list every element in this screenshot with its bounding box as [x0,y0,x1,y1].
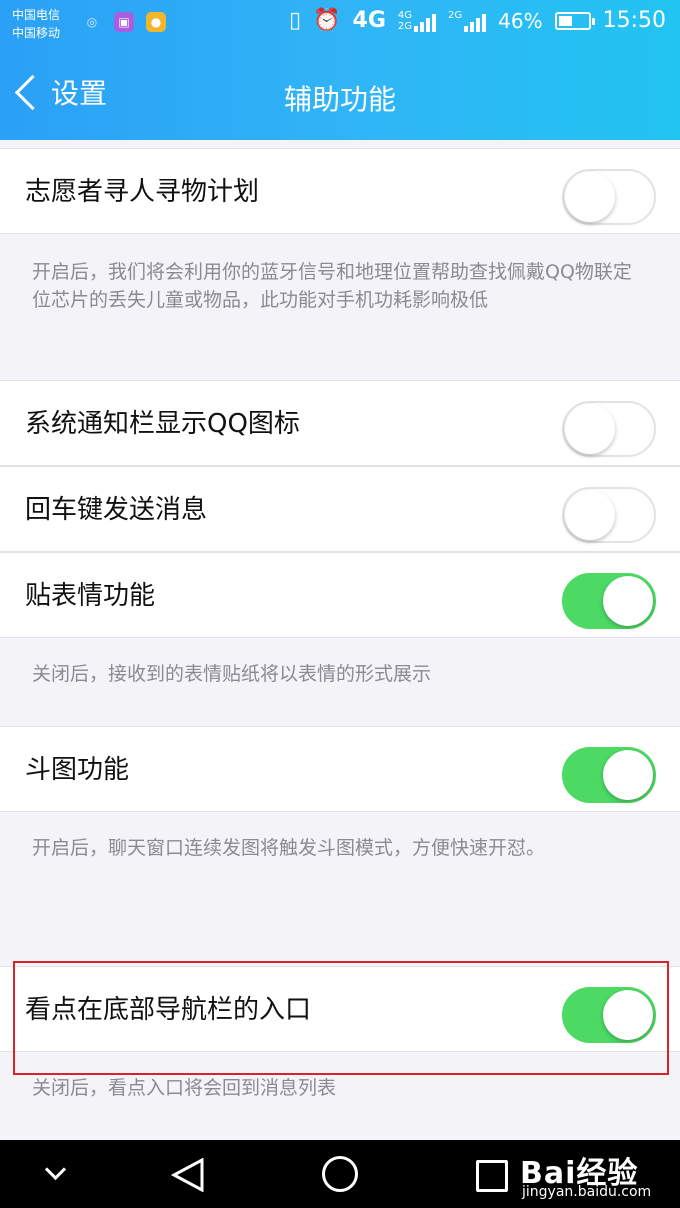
signal-1-icon: 4G 2G [397,9,437,32]
toggle-knob [565,490,615,540]
system-nav-bar: Bai经验 jingyan.baidu.com [0,1140,680,1208]
meme-battle-toggle[interactable] [562,747,656,803]
battery-icon [554,11,595,30]
setting-description: 开启后，我们将会利用你的蓝牙信号和地理位置帮助查找佩戴QQ物联定位芯片的丢失儿童… [32,261,632,311]
signal-2-icon: 2G [448,9,487,32]
setting-label: 志愿者寻人寻物计划 [25,177,260,207]
highlight-box [13,961,669,1075]
setting-description: 开启后，聊天窗口连续发图将触发斗图模式，方便快速开怼。 [32,837,546,859]
enter-send-toggle[interactable] [562,487,656,543]
page-title: 辅助功能 [283,83,396,116]
toggle-knob [603,576,653,626]
volunteer-toggle[interactable] [562,169,656,225]
clock: 15:50 [602,8,666,33]
setting-label: 斗图功能 [25,755,130,785]
recent-apps-icon[interactable] [476,1160,508,1192]
toggle-knob [565,404,615,454]
toggle-knob [603,750,653,800]
setting-row-meme-battle: 斗图功能 [0,726,680,812]
status-right: ▯ ⏰ 4G 4G 2G 2G 46% 15:50 [289,8,666,33]
setting-label: 系统通知栏显示QQ图标 [25,409,300,439]
home-nav-icon[interactable] [322,1156,358,1192]
network-small-3: 2G [448,9,463,21]
setting-row-volunteer: 志愿者寻人寻物计划 [0,148,680,234]
recorder-app-icon: ● [146,12,166,32]
toggle-knob [565,172,615,222]
setting-row-sticker: 贴表情功能 [0,552,680,638]
network-small-1: 4G [397,9,413,21]
battery-percent: 46% [498,8,543,33]
status-bar: 中国电信 中国移动 ◎ ▣ ● ▯ ⏰ 4G 4G 2G 2G 46% 15:5… [0,0,680,46]
notification-icons: ◎ ▣ ● [82,12,166,32]
setting-row-enter-send: 回车键发送消息 [0,466,680,552]
nav-bar: 设置 辅助功能 [0,66,680,126]
network-type: 4G [352,8,386,33]
carrier-2: 中国移动 [12,26,61,40]
carrier-info: 中国电信 中国移动 [12,6,60,42]
hide-nav-icon[interactable] [44,1158,67,1181]
setting-row-notification-icon: 系统通知栏显示QQ图标 [0,380,680,466]
back-nav-icon[interactable] [170,1157,206,1196]
wifi-hotspot-icon: ◎ [86,15,98,29]
sticker-toggle[interactable] [562,573,656,629]
setting-description: 关闭后，接收到的表情贴纸将以表情的形式展示 [32,663,432,685]
vibrate-icon: ▯ [289,8,302,33]
setting-label: 回车键发送消息 [25,495,208,525]
gallery-app-icon: ▣ [114,12,134,32]
setting-description: 关闭后，看点入口将会回到消息列表 [32,1077,337,1099]
network-small-2: 2G [397,20,413,32]
notification-icon-toggle[interactable] [562,401,656,457]
header: 中国电信 中国移动 ◎ ▣ ● ▯ ⏰ 4G 4G 2G 2G 46% 15:5… [0,0,680,140]
alarm-icon: ⏰ [313,8,341,33]
carrier-1: 中国电信 [12,8,61,22]
watermark-url: jingyan.baidu.com [522,1184,652,1200]
setting-label: 贴表情功能 [25,581,156,611]
